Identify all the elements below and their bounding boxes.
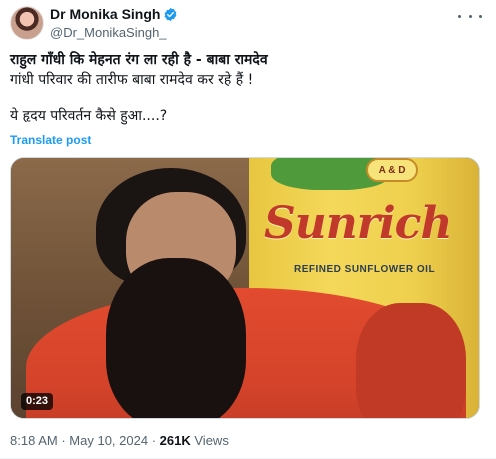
translate-post-link[interactable]: Translate post — [10, 133, 91, 147]
author-avatar[interactable] — [10, 6, 44, 40]
person-robe-shade — [356, 303, 466, 418]
verified-badge-icon[interactable] — [163, 7, 178, 22]
author-handle[interactable]: @Dr_MonikaSingh_ — [50, 25, 167, 40]
tweet-text-line-1: राहुल गाँधी कि मेहनत रंग ला रही है - बाब… — [10, 52, 268, 68]
tweet-text-gap — [10, 90, 480, 106]
tweet-meta: 8:18 AM · May 10, 2024 · 261K Views — [10, 433, 229, 448]
meta-separator-2: · — [151, 433, 157, 448]
tweet-text-line-3: ये हृदय परिवर्तन कैसे हुआ....? — [10, 108, 168, 124]
video-person — [26, 158, 466, 418]
views-label: Views — [194, 433, 229, 448]
author-name[interactable]: Dr Monika Singh — [50, 6, 160, 22]
video-player[interactable]: A & D Sunrich REFINED SUNFLOWER OIL 0:23 — [10, 157, 480, 419]
tweet-time[interactable]: 8:18 AM — [10, 433, 58, 448]
tweet-date[interactable]: May 10, 2024 — [69, 433, 148, 448]
video-duration-badge: 0:23 — [21, 393, 54, 410]
author-name-row: Dr Monika Singh — [50, 6, 178, 22]
more-options-icon[interactable] — [458, 8, 482, 24]
meta-separator: · — [61, 433, 66, 448]
person-beard — [106, 258, 246, 418]
views-count[interactable]: 261K — [160, 433, 191, 448]
tweet-text-line-2: गांधी परिवार की तारीफ बाबा रामदेव कर रहे… — [10, 72, 254, 88]
tweet-text: राहुल गाँधी कि मेहनत रंग ला रही है - बाब… — [10, 50, 480, 126]
